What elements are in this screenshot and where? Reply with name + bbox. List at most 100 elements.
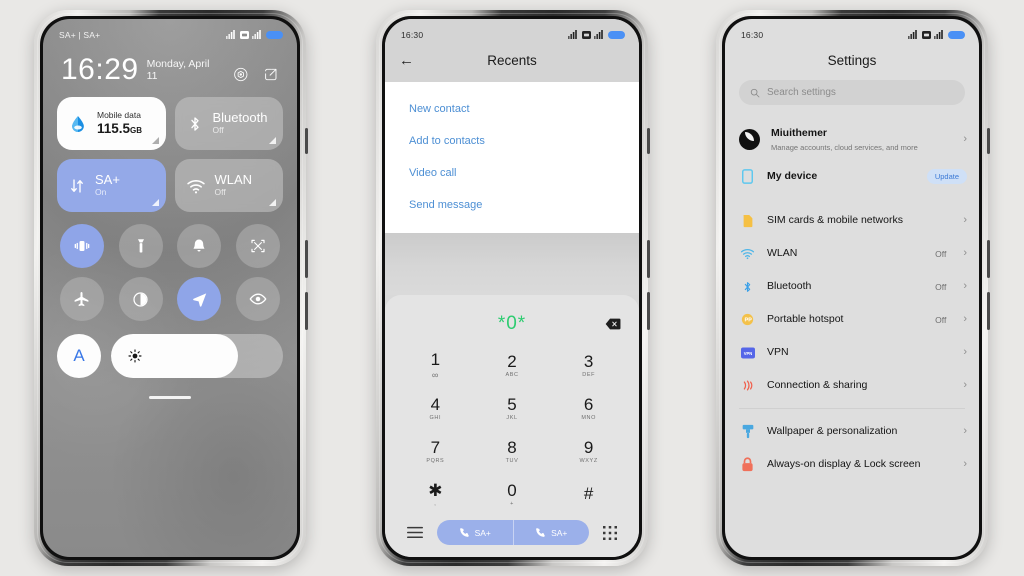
chevron-right-icon: › (963, 346, 967, 359)
key-sub: GHI (429, 414, 442, 421)
dialpad-key-1[interactable]: 1 ∞ (397, 345, 474, 386)
volume-button[interactable] (647, 240, 650, 278)
row-label: Connection & sharing (767, 379, 868, 392)
airplane-mode-toggle[interactable] (59, 277, 104, 321)
wifi-icon (739, 245, 756, 262)
edit-icon[interactable] (263, 66, 279, 83)
tile-sa-plus[interactable]: SA+ On (57, 159, 166, 212)
tile-corner-handle[interactable] (151, 137, 159, 144)
battery-icon (948, 30, 965, 39)
keypad-grid-icon[interactable] (603, 525, 617, 540)
backspace-icon[interactable] (605, 318, 621, 330)
chevron-right-icon: › (963, 214, 967, 227)
hamburger-menu-icon[interactable] (407, 526, 423, 539)
phone-device-icon (739, 168, 756, 185)
settings-gear-icon[interactable] (233, 66, 249, 83)
phone-icon (459, 528, 469, 537)
call-sim2-button[interactable]: SA+ (512, 520, 590, 545)
search-settings-input[interactable]: Search settings (739, 80, 965, 105)
dialpad-key-7[interactable]: 7 PQRS (397, 431, 474, 472)
settings-row-vpn[interactable]: VPN VPN › (725, 336, 979, 369)
dialpad-key-4[interactable]: 4 GHI (397, 388, 474, 429)
tile-mobile-data[interactable]: Mobile data 115.5GB (57, 97, 166, 150)
menu-item-video-call[interactable]: Video call (385, 157, 639, 189)
status-icons (568, 30, 625, 39)
dark-mode-toggle[interactable] (118, 277, 163, 321)
chevron-right-icon: › (963, 280, 967, 293)
dialpad-key-hash[interactable]: # (550, 474, 627, 515)
location-toggle[interactable] (177, 277, 222, 321)
vibrate-toggle[interactable] (59, 224, 104, 268)
update-badge[interactable]: Update (926, 169, 967, 185)
context-menu: New contact Add to contacts Video call S… (385, 82, 639, 233)
row-label: Wallpaper & personalization (767, 425, 898, 438)
settings-row-always-on-display[interactable]: Always-on display & Lock screen › (725, 448, 979, 481)
tile-corner-handle[interactable] (269, 199, 276, 206)
dialpad-key-3[interactable]: 3 DEF (550, 345, 627, 386)
settings-row-wlan[interactable]: WLAN Off › (725, 237, 979, 270)
page-title: Settings (827, 53, 877, 68)
menu-item-new-contact[interactable]: New contact (385, 93, 639, 125)
settings-row-account[interactable]: Miuithemer Manage accounts, cloud servic… (725, 119, 979, 160)
dialpad-key-8[interactable]: 8 TUV (474, 431, 551, 472)
tile-bluetooth[interactable]: Bluetooth Off (174, 97, 283, 150)
settings-row-connection-sharing[interactable]: Connection & sharing › (725, 369, 979, 402)
key-sub: DEF (582, 371, 596, 378)
tile-wlan[interactable]: WLAN Off (174, 159, 283, 212)
chevron-right-icon: › (963, 313, 967, 326)
contrast-circle-icon (133, 291, 148, 307)
call-sim1-button[interactable]: SA+ (437, 520, 513, 545)
page-title: Recents (487, 53, 537, 68)
dialpad-keys: 1 ∞ 2 ABC 3 DEF 4 GHI 5 JKL 6 MNO 7 PQRS 8 TUV 9… (397, 345, 627, 515)
side-button[interactable] (305, 128, 308, 154)
flashlight-toggle[interactable] (118, 224, 163, 268)
dialpad-key-5[interactable]: 5 JKL (474, 388, 551, 429)
row-label: Always-on display & Lock screen (767, 458, 921, 471)
brightness-slider[interactable] (111, 334, 283, 378)
quick-tiles: Mobile data 115.5GB Bluetooth Off SA+ On… (57, 97, 283, 212)
side-button[interactable] (987, 128, 990, 154)
auto-brightness-button[interactable]: A (57, 334, 101, 378)
eye-icon (249, 293, 267, 305)
key-sub: TUV (505, 457, 519, 464)
home-indicator[interactable] (149, 396, 191, 399)
tile-corner-handle[interactable] (269, 137, 276, 144)
phone-bezel: 16:30 ← Recents New contact Add to conta… (382, 16, 642, 560)
reading-mode-toggle[interactable] (236, 277, 281, 321)
menu-item-add-to-contacts[interactable]: Add to contacts (385, 125, 639, 157)
dialer-backdrop (385, 233, 639, 295)
settings-row-wallpaper-personalization[interactable]: Wallpaper & personalization › (725, 415, 979, 448)
key-sub: WXYZ (579, 457, 598, 464)
volume-button[interactable] (305, 240, 308, 278)
screenshot-toggle[interactable] (236, 224, 281, 268)
settings-row-my-device[interactable]: My device Update (725, 160, 979, 193)
dialpad-key-6[interactable]: 6 MNO (550, 388, 627, 429)
menu-item-send-message[interactable]: Send message (385, 189, 639, 221)
row-value: Off (935, 248, 947, 259)
settings-row-bluetooth[interactable]: Bluetooth Off › (725, 270, 979, 303)
screenshot-canvas: SA+ | SA+ 16:29 Monday, April 11 Mobile … (0, 0, 1024, 576)
side-button[interactable] (647, 128, 650, 154)
power-button[interactable] (987, 292, 990, 330)
tile-title: Bluetooth (212, 110, 268, 126)
volume-button[interactable] (987, 240, 990, 278)
tile-corner-handle[interactable] (151, 199, 159, 206)
power-button[interactable] (647, 292, 650, 330)
settings-row-portable-hotspot[interactable]: Portable hotspot Off › (725, 303, 979, 336)
dialpad-key-star[interactable]: ✱, (397, 474, 474, 515)
avatar (739, 129, 760, 151)
hotspot-icon (739, 311, 756, 328)
key-digit: 8 (507, 438, 517, 458)
silent-toggle[interactable] (177, 224, 222, 268)
dialpad-key-0[interactable]: 0 + (474, 474, 551, 515)
carrier-label: SA+ | SA+ (59, 29, 101, 40)
key-sub: PQRS (426, 457, 445, 464)
dialpad-key-2[interactable]: 2 ABC (474, 345, 551, 386)
control-center-screen: SA+ | SA+ 16:29 Monday, April 11 Mobile … (43, 19, 297, 557)
vibrate-icon (74, 241, 90, 251)
phone-bezel: 16:30 Settings Search settings Miuitheme… (722, 16, 982, 560)
settings-row-sim-cards[interactable]: SIM cards & mobile networks › (725, 204, 979, 237)
power-button[interactable] (305, 292, 308, 330)
signal-icon (252, 30, 261, 39)
dialpad-key-9[interactable]: 9 WXYZ (550, 431, 627, 472)
